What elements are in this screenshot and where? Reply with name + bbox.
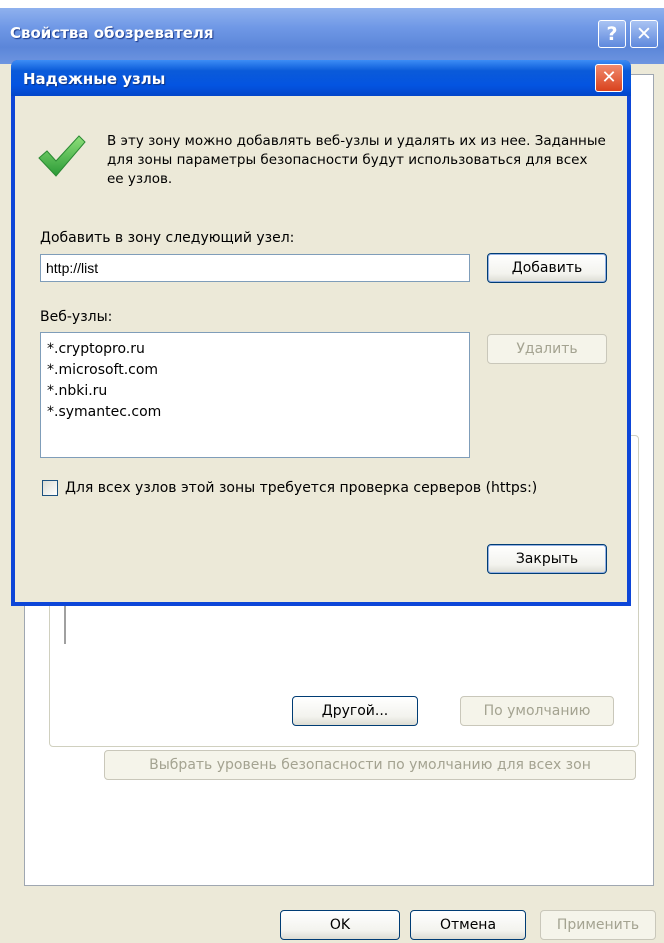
cancel-button[interactable]: Отмена bbox=[410, 910, 526, 940]
default-level-button[interactable]: По умолчанию bbox=[460, 696, 614, 726]
close-icon[interactable]: ✕ bbox=[630, 20, 658, 48]
help-icon[interactable]: ? bbox=[598, 20, 626, 48]
list-item[interactable]: *.symantec.com bbox=[47, 402, 463, 423]
list-item[interactable]: *.nbki.ru bbox=[47, 381, 463, 402]
remove-button[interactable]: Удалить bbox=[487, 334, 607, 364]
https-required-checkbox[interactable] bbox=[42, 480, 58, 496]
custom-level-button[interactable]: Другой... bbox=[292, 696, 418, 726]
ok-button[interactable]: OK bbox=[280, 910, 400, 940]
add-site-label: Добавить в зону следующий узел: bbox=[40, 230, 295, 246]
trusted-sites-title: Надежные узлы bbox=[23, 70, 166, 88]
add-button[interactable]: Добавить bbox=[487, 253, 607, 283]
apply-button[interactable]: Применить bbox=[540, 910, 656, 940]
internet-options-title: Свойства обозревателя bbox=[10, 24, 214, 42]
reset-all-zones-button[interactable]: Выбрать уровень безопасности по умолчани… bbox=[104, 750, 636, 780]
sites-label: Веб-узлы: bbox=[40, 309, 113, 325]
sites-list[interactable]: *.cryptopro.ru *.microsoft.com *.nbki.ru… bbox=[40, 332, 470, 458]
close-icon[interactable]: ✕ bbox=[595, 64, 623, 92]
close-button[interactable]: Закрыть bbox=[487, 544, 607, 574]
trusted-sites-body: В эту зону можно добавлять веб-узлы и уд… bbox=[15, 96, 627, 602]
list-item[interactable]: *.cryptopro.ru bbox=[47, 339, 463, 360]
green-checkmark-icon bbox=[38, 135, 86, 177]
list-item[interactable]: *.microsoft.com bbox=[47, 360, 463, 381]
zone-description: В эту зону можно добавлять веб-узлы и уд… bbox=[107, 133, 606, 187]
trusted-sites-titlebar[interactable]: Надежные узлы ✕ bbox=[11, 60, 631, 96]
https-required-label[interactable]: Для всех узлов этой зоны требуется прове… bbox=[65, 480, 537, 496]
trusted-sites-dialog: Надежные узлы ✕ В эту зону можно добавля… bbox=[11, 60, 631, 606]
internet-options-titlebar[interactable]: Свойства обозревателя ? ✕ bbox=[0, 8, 664, 64]
site-url-input[interactable] bbox=[40, 254, 470, 282]
